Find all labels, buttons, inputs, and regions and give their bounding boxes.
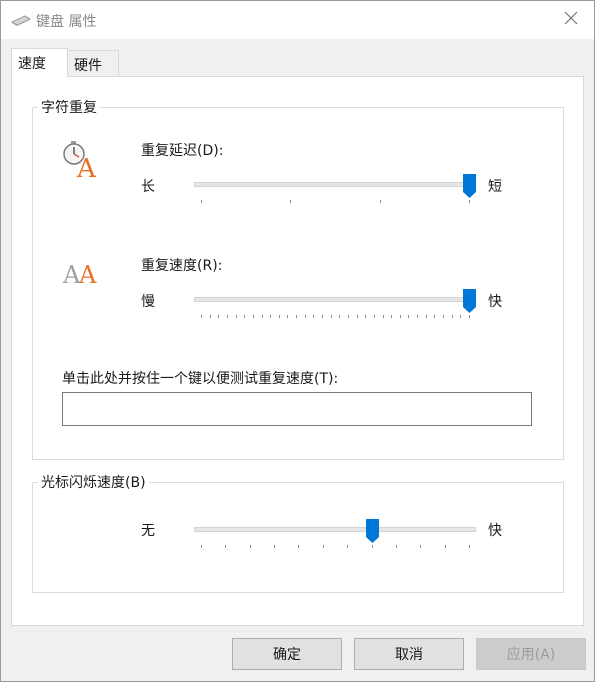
slider-tick — [383, 315, 384, 318]
repeat-test-label: 单击此处并按住一个键以便测试重复速度(T): — [62, 371, 339, 387]
cursor-blink-ticks — [201, 545, 470, 549]
slider-tick — [322, 315, 323, 318]
slider-tick — [374, 315, 375, 318]
slider-tick — [313, 315, 314, 318]
slider-tick — [236, 315, 237, 318]
slider-tick — [417, 315, 418, 318]
slider-tick — [298, 545, 299, 548]
tab-speed[interactable]: 速度 — [11, 48, 68, 77]
repeat-delay-max-label: 短 — [488, 179, 502, 195]
slider-tick — [372, 545, 373, 548]
repeat-delay-min-label: 长 — [141, 179, 155, 195]
tab-speed-label: 速度 — [18, 56, 46, 72]
repeat-rate-track — [194, 297, 476, 302]
slider-tick — [250, 545, 251, 548]
slider-tick — [348, 315, 349, 318]
slider-tick — [357, 315, 358, 318]
cursor-blink-track — [194, 527, 476, 532]
slider-tick — [225, 545, 226, 548]
slider-tick — [347, 545, 348, 548]
repeat-rate-slider[interactable] — [194, 289, 476, 313]
cancel-button-label: 取消 — [395, 647, 423, 663]
slider-tick — [443, 315, 444, 318]
cursor-blink-group-label: 光标闪烁速度(B) — [38, 472, 149, 492]
slider-tick — [279, 315, 280, 318]
slider-tick — [391, 315, 392, 318]
slider-tick — [365, 315, 366, 318]
slider-tick — [262, 315, 263, 318]
slider-tick — [331, 315, 332, 318]
slider-tick — [396, 545, 397, 548]
slider-tick — [339, 315, 340, 318]
slider-tick — [408, 315, 409, 318]
slider-tick — [420, 545, 421, 548]
slider-tick — [210, 315, 211, 318]
repeat-delay-label: 重复延迟(D): — [141, 143, 224, 159]
char-repeat-group-label: 字符重复 — [38, 97, 100, 117]
slider-tick — [227, 315, 228, 318]
cursor-blink-min-label: 无 — [141, 523, 155, 539]
svg-text:A: A — [78, 261, 97, 287]
slider-tick — [426, 315, 427, 318]
repeat-delay-ticks — [201, 200, 470, 204]
cursor-blink-max-label: 快 — [488, 523, 502, 539]
slider-tick — [460, 315, 461, 318]
apply-button[interactable]: 应用(A) — [476, 638, 586, 670]
slider-tick — [201, 545, 202, 548]
slider-tick — [469, 545, 470, 548]
slider-tick — [244, 315, 245, 318]
slider-tick — [296, 315, 297, 318]
repeat-rate-thumb[interactable] — [463, 289, 476, 313]
slider-tick — [305, 315, 306, 318]
ok-button-label: 确定 — [273, 647, 301, 663]
slider-tick — [201, 315, 202, 318]
apply-button-label: 应用(A) — [506, 647, 556, 663]
title-bar: 键盘 属性 — [1, 1, 594, 39]
speed-tab-panel: 字符重复 A 重复延迟(D): 长 短 A A 重复速度(R): 慢 快 单击此… — [11, 76, 584, 626]
slider-tick — [434, 315, 435, 318]
slider-tick — [452, 315, 453, 318]
slider-tick — [287, 315, 288, 318]
tab-hardware[interactable]: 硬件 — [67, 50, 119, 77]
slider-tick — [201, 200, 202, 203]
close-button[interactable] — [548, 1, 594, 39]
repeat-rate-ticks — [201, 315, 470, 319]
cursor-blink-slider[interactable] — [194, 519, 476, 543]
cursor-blink-thumb[interactable] — [366, 519, 379, 543]
stopwatch-letter-a-icon: A — [62, 139, 102, 184]
close-icon — [564, 11, 578, 29]
cancel-button[interactable]: 取消 — [354, 638, 464, 670]
slider-tick — [400, 315, 401, 318]
svg-text:A: A — [76, 154, 97, 179]
window-title: 键盘 属性 — [36, 14, 97, 30]
slider-tick — [290, 200, 291, 203]
repeat-test-input[interactable] — [62, 392, 532, 426]
slider-tick — [469, 315, 470, 318]
repeat-rate-label: 重复速度(R): — [141, 258, 223, 274]
slider-tick — [323, 545, 324, 548]
double-letter-a-icon: A A — [62, 257, 104, 289]
slider-tick — [253, 315, 254, 318]
ok-button[interactable]: 确定 — [232, 638, 342, 670]
slider-tick — [445, 545, 446, 548]
repeat-delay-thumb[interactable] — [463, 174, 476, 198]
keyboard-properties-dialog: 键盘 属性 速度 硬件 字符重复 A 重复延迟(D): 长 短 A A 重复速度… — [0, 0, 595, 682]
slider-tick — [469, 200, 470, 203]
slider-tick — [380, 200, 381, 203]
slider-tick — [274, 545, 275, 548]
slider-tick — [218, 315, 219, 318]
repeat-rate-max-label: 快 — [488, 294, 502, 310]
tab-hardware-label: 硬件 — [74, 58, 102, 74]
repeat-rate-min-label: 慢 — [141, 294, 155, 310]
repeat-delay-track — [194, 182, 476, 187]
repeat-delay-slider[interactable] — [194, 174, 476, 198]
slider-tick — [270, 315, 271, 318]
keyboard-icon — [11, 13, 31, 27]
